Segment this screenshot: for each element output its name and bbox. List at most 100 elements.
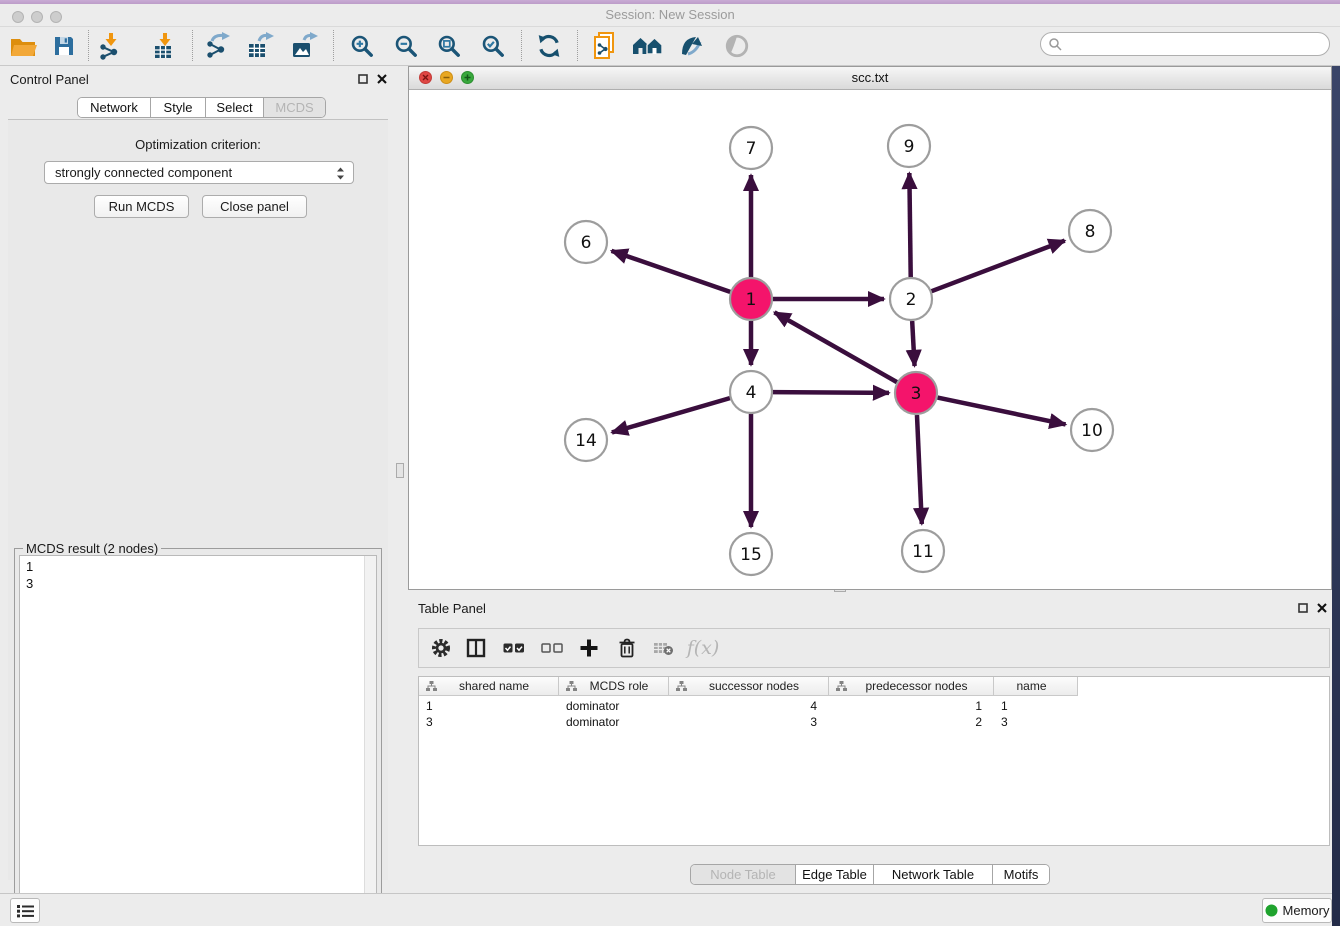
delete-table-button[interactable] (647, 632, 681, 664)
graph-node-label: 4 (746, 383, 757, 403)
cell-successor-nodes[interactable]: 3 (669, 714, 829, 730)
memory-status-icon (1265, 904, 1278, 917)
zoom-fit-button[interactable] (431, 29, 467, 63)
table-toolbar: f(x) (418, 628, 1330, 668)
graph-node-label: 1 (746, 290, 757, 310)
table-settings-button[interactable] (424, 632, 458, 664)
search-input[interactable] (1062, 36, 1329, 53)
float-table-panel-button[interactable] (1296, 601, 1310, 615)
tab-motifs[interactable]: Motifs (993, 865, 1049, 884)
level-of-detail-button[interactable] (719, 29, 755, 63)
network-graph[interactable]: 7968124314101511 (409, 90, 1331, 589)
close-panel-button[interactable] (375, 72, 389, 86)
open-session-button[interactable] (5, 29, 41, 63)
add-row-button[interactable] (572, 632, 606, 664)
desktop-edge (1332, 66, 1340, 926)
first-neighbors-button[interactable] (630, 29, 666, 63)
graph-edge[interactable] (612, 251, 731, 292)
cell-predecessor-nodes[interactable]: 1 (829, 698, 994, 714)
search-box[interactable] (1040, 32, 1330, 56)
cell-shared-name[interactable]: 1 (419, 698, 559, 714)
import-table-button[interactable] (147, 29, 183, 63)
clone-network-button[interactable] (587, 29, 623, 63)
network-canvas[interactable]: 7968124314101511 (409, 90, 1331, 589)
save-session-button[interactable] (46, 29, 82, 63)
tab-network-table[interactable]: Network Table (874, 865, 993, 884)
show-columns-button[interactable] (459, 632, 493, 664)
deselect-all-button[interactable] (535, 632, 569, 664)
graph-edge[interactable] (774, 312, 896, 382)
selected-option: strongly connected component (55, 165, 232, 180)
float-icon (1298, 603, 1308, 613)
graph-node-label: 10 (1081, 421, 1103, 441)
refresh-button[interactable] (531, 29, 567, 63)
graph-edge[interactable] (773, 392, 889, 393)
import-network-icon (97, 32, 125, 60)
tab-node-table[interactable]: Node Table (691, 865, 796, 884)
node-table: shared name MCDS role successor nodes pr… (418, 676, 1330, 846)
column-header-successor-nodes[interactable]: successor nodes (669, 677, 829, 696)
graph-edge[interactable] (917, 415, 922, 524)
close-table-panel-button[interactable] (1315, 601, 1329, 615)
toolbar-separator (521, 30, 522, 61)
delete-row-button[interactable] (610, 632, 644, 664)
application-window: Session: New Session (0, 0, 1340, 926)
column-header-mcds-role[interactable]: MCDS role (559, 677, 669, 696)
memory-button[interactable]: Memory (1262, 898, 1332, 923)
select-all-button[interactable] (497, 632, 531, 664)
mcds-result-textarea[interactable]: 1 3 (19, 555, 377, 925)
eye-icon (724, 33, 750, 59)
graphics-details-button[interactable] (674, 29, 710, 63)
close-panel-action-button[interactable]: Close panel (202, 195, 307, 218)
gear-icon (430, 637, 452, 659)
cell-mcds-role[interactable]: dominator (559, 698, 669, 714)
vertical-splitter-grip[interactable] (396, 463, 404, 478)
close-icon (377, 74, 387, 84)
houses-icon (632, 34, 664, 58)
graph-edge[interactable] (932, 241, 1065, 292)
export-table-icon (246, 32, 276, 60)
network-window-titlebar[interactable]: scc.txt (409, 67, 1331, 90)
column-header-name[interactable]: name (994, 677, 1078, 696)
graph-edge[interactable] (909, 173, 910, 277)
zoom-out-button[interactable] (388, 29, 424, 63)
graph-edge[interactable] (612, 398, 730, 432)
export-network-button[interactable] (201, 29, 237, 63)
result-scrollbar[interactable] (364, 556, 376, 924)
hierarchy-icon (425, 681, 438, 692)
mcds-result-title: MCDS result (2 nodes) (23, 541, 161, 556)
optimization-criterion-select[interactable]: strongly connected component (44, 161, 354, 184)
tab-mcds[interactable]: MCDS (264, 98, 325, 117)
graph-edge[interactable] (912, 321, 914, 366)
table-row[interactable]: 3 dominator 3 2 3 (419, 714, 1078, 730)
cell-name[interactable]: 1 (994, 698, 1078, 714)
apply-function-button[interactable]: f(x) (683, 632, 723, 664)
run-mcds-button[interactable]: Run MCDS (94, 195, 189, 218)
float-panel-button[interactable] (356, 72, 370, 86)
table-row[interactable]: 1 dominator 4 1 1 (419, 698, 1078, 714)
tab-select[interactable]: Select (206, 98, 264, 117)
tab-network[interactable]: Network (78, 98, 151, 117)
search-icon (1048, 37, 1062, 51)
column-header-predecessor-nodes[interactable]: predecessor nodes (829, 677, 994, 696)
hierarchy-icon (835, 681, 848, 692)
graph-edge[interactable] (938, 398, 1066, 425)
cell-predecessor-nodes[interactable]: 2 (829, 714, 994, 730)
export-table-button[interactable] (243, 29, 279, 63)
zoom-in-button[interactable] (344, 29, 380, 63)
task-history-button[interactable] (10, 898, 40, 923)
import-network-button[interactable] (93, 29, 129, 63)
tab-style[interactable]: Style (151, 98, 206, 117)
graph-node-label: 15 (740, 545, 762, 565)
export-image-button[interactable] (287, 29, 323, 63)
zoom-selected-button[interactable] (475, 29, 511, 63)
column-header-shared-name[interactable]: shared name (419, 677, 559, 696)
cell-mcds-role[interactable]: dominator (559, 714, 669, 730)
export-network-icon (204, 32, 234, 60)
zoom-fit-icon (436, 33, 462, 59)
cell-shared-name[interactable]: 3 (419, 714, 559, 730)
cell-successor-nodes[interactable]: 4 (669, 698, 829, 714)
mcds-result-text: 1 3 (26, 558, 33, 592)
tab-edge-table[interactable]: Edge Table (796, 865, 874, 884)
cell-name[interactable]: 3 (994, 714, 1078, 730)
